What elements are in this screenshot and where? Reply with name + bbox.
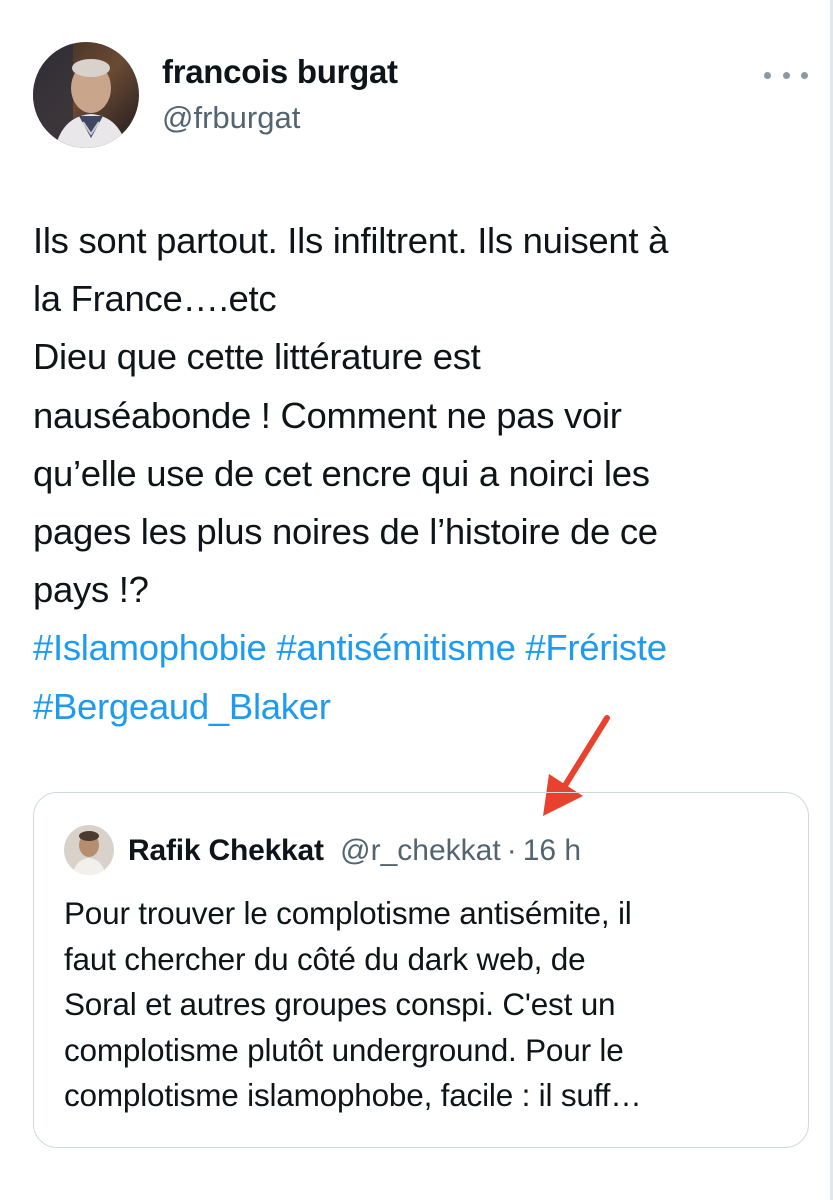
- author-display-name[interactable]: francois burgat: [162, 52, 398, 92]
- quoted-text-line: faut chercher du côté du dark web, de: [64, 940, 586, 977]
- hashtag-link[interactable]: #Fréristе: [525, 627, 667, 668]
- hashtag-link[interactable]: #Bergeaud_Blaker: [33, 686, 331, 727]
- quoted-tweet-text: Pour trouver le complotisme antisémite, …: [64, 891, 804, 1119]
- quoted-author-display-name[interactable]: Rafik Chekkat: [128, 834, 324, 867]
- hashtag-link[interactable]: #antisémitisme: [276, 627, 516, 668]
- quoted-text-line: Pour trouver le complotisme antisémite, …: [64, 895, 632, 931]
- quoted-author-handle[interactable]: @r_chekkat: [340, 834, 501, 867]
- tweet-text: Ils sont partout. Ils infiltrent. Ils nu…: [33, 212, 823, 736]
- tweet-text-line: qu’elle use de cet encre qui a noirci le…: [33, 452, 650, 494]
- tweet-text-line: pages les plus noires de l’histoire de c…: [33, 510, 658, 552]
- quoted-tweet-header: Rafik Chekkat @r_chekkat · 16 h: [128, 831, 581, 871]
- more-options-button[interactable]: [764, 60, 808, 90]
- quoted-text-line: Soral et autres groupes conspi. C'est un: [64, 986, 616, 1022]
- quoted-tweet-time[interactable]: 16 h: [523, 834, 581, 867]
- quoted-tweet-card[interactable]: Rafik Chekkat @r_chekkat · 16 h Pour trouv…: [33, 792, 809, 1148]
- quoted-text-line: complotisme islamophobe, facile : il suf…: [64, 1077, 642, 1113]
- tweet-text-line: nauséabonde ! Comment ne pas voir: [33, 394, 622, 436]
- more-dot: [782, 71, 790, 79]
- separator-dot: ·: [506, 834, 517, 867]
- quoted-author-avatar[interactable]: [64, 825, 114, 875]
- hashtag-link[interactable]: #Islamophobie: [33, 627, 267, 668]
- more-horizontal-icon: [764, 71, 771, 79]
- tweet-text-line: Ils sont partout. Ils infiltrent. Ils nu…: [33, 220, 669, 261]
- more-dot: [801, 71, 808, 79]
- user-avatar-photo-icon: [64, 825, 114, 875]
- author-avatar[interactable]: [33, 42, 139, 148]
- hashtag-line: #Islamophobie #antisémitisme #Fréristе: [33, 619, 823, 677]
- user-avatar-photo-icon: [33, 42, 139, 148]
- quoted-text-line: complotisme plutôt underground. Pour le: [64, 1031, 624, 1068]
- tweet-text-line: la France….etc: [33, 278, 277, 320]
- author-handle[interactable]: @frburgat: [162, 98, 300, 138]
- tweet-text-line: Dieu que cette littérature est: [33, 336, 481, 378]
- tweet-text-line: pays !?: [33, 569, 149, 611]
- hashtag-line: #Bergeaud_Blaker: [33, 678, 823, 736]
